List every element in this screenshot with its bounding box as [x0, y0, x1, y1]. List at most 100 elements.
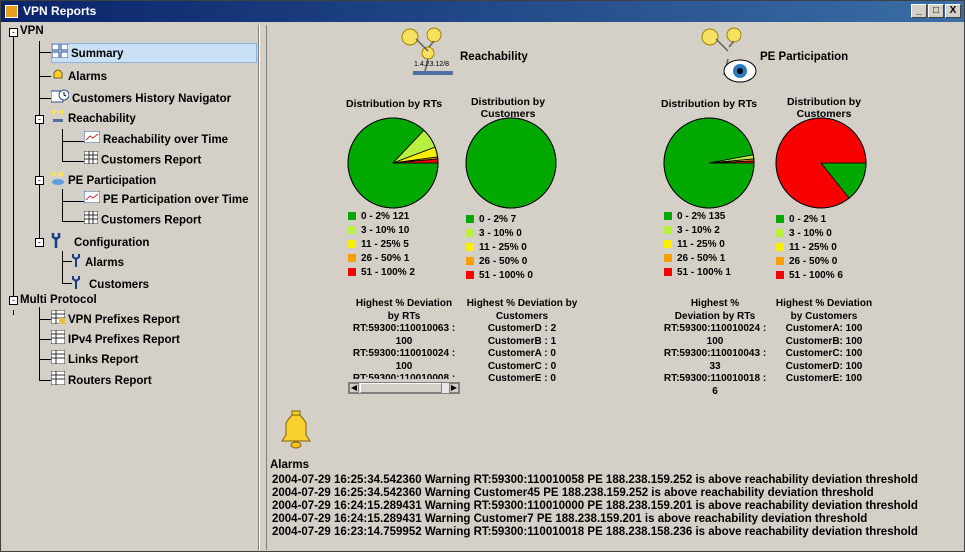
tree-node-links-report[interactable]: Links Report [50, 349, 138, 370]
deviation-item: RT:59300:110010024 : [352, 348, 456, 359]
reachability-header-icon [398, 27, 458, 87]
deviation-item: RT:59300:110010043 : [663, 348, 767, 359]
tree-node-vpn[interactable]: VPN [20, 22, 44, 40]
tree-node-ipv4-prefixes[interactable]: IPv4 Prefixes Report [50, 329, 180, 348]
deviation-item: CustomerE: 100 [785, 373, 863, 384]
legend-label: 3 - 10% 2 [677, 225, 720, 236]
tree-node-reachability-customers-report[interactable]: Customers Report [83, 150, 201, 170]
app-window: VPN Reports _ □ X - VPN Summary Alarms C… [0, 0, 965, 552]
pe-cust-pie-chart [775, 117, 867, 209]
vpn-expander[interactable]: - [9, 28, 18, 37]
legend-label: 0 - 2% 1 [789, 214, 827, 225]
legend-swatch [348, 226, 356, 235]
deviation-item: CustomerC : 0 [487, 360, 557, 372]
pe-cust-deviation-title: Highest % Deviation by Customers [775, 298, 873, 322]
pane-splitter[interactable] [259, 25, 267, 550]
deviation-item: 100 [395, 360, 413, 372]
deviation-item: 100 [395, 335, 413, 347]
reach-cust-deviation-title: Highest % Deviation by Customers [466, 298, 578, 322]
legend-swatch [348, 268, 356, 277]
deviation-item: CustomerC: 100 [785, 348, 863, 359]
legend-label: 26 - 50% 1 [361, 253, 410, 264]
legend-swatch [466, 243, 474, 252]
deviation-item: CustomerA: 100 [785, 323, 863, 334]
deviation-item: RT:59300:110010008 : [352, 373, 456, 379]
legend-label: 26 - 50% 0 [479, 256, 528, 267]
legend-item: 51 - 100% 0 [466, 269, 533, 283]
close-button[interactable]: X [945, 4, 961, 18]
report-icon [50, 349, 66, 370]
window-title: VPN Reports [23, 4, 97, 18]
pe-cust-legend: 0 - 2% 1 3 - 10% 0 11 - 25% 0 26 - 50% 0 51 … [776, 213, 843, 283]
deviation-item: 33 [709, 360, 721, 372]
reachability-icon-label: 1.4.23.12/8 [414, 61, 450, 68]
legend-swatch [348, 212, 356, 221]
tree-node-multi-protocol[interactable]: Multi Protocol [20, 291, 97, 309]
tree-node-pe-participation[interactable]: PE Participation [51, 171, 156, 189]
scroll-right-arrow-icon[interactable]: ▶ [449, 383, 459, 393]
legend-swatch [466, 257, 474, 266]
reach-rt-deviation-title: Highest % Deviation by RTs [355, 298, 453, 322]
legend-item: 11 - 25% 0 [664, 238, 731, 252]
tree-node-vpn-prefixes[interactable]: VPN Prefixes Report [50, 309, 180, 328]
legend-item: 0 - 2% 121 [348, 210, 415, 224]
legend-item: 26 - 50% 1 [348, 252, 415, 266]
reachability-expander[interactable]: - [35, 115, 44, 124]
legend-label: 11 - 25% 5 [361, 239, 409, 250]
pe-rt-chart-title: Distribution by RTs [661, 98, 758, 110]
legend-swatch [348, 254, 356, 263]
bell-icon [51, 67, 65, 87]
legend-item: 11 - 25% 0 [776, 241, 843, 255]
pe-participation-expander[interactable]: - [35, 176, 44, 185]
horizontal-scrollbar[interactable]: ◀ ▶ [348, 382, 460, 394]
pe-participation-icon [51, 171, 65, 191]
reach-rt-deviation: Highest % Deviation by RTs RT:59300:1100… [344, 298, 464, 395]
summary-icon [51, 43, 69, 64]
legend-swatch [348, 240, 356, 249]
tree-node-routers-report[interactable]: Routers Report [50, 370, 152, 391]
wrench-icon [51, 232, 63, 254]
reach-rt-pie-chart [347, 117, 439, 209]
table-icon [83, 210, 99, 230]
tree-node-alarms[interactable]: Alarms [51, 67, 107, 85]
tree-node-pe-customers-report[interactable]: Customers Report [83, 210, 201, 230]
legend-item: 11 - 25% 5 [348, 238, 415, 252]
line-chart-icon [83, 130, 101, 149]
legend-label: 3 - 10% 10 [361, 225, 410, 236]
maximize-button[interactable]: □ [928, 4, 944, 18]
tree-node-config-alarms[interactable]: Alarms [72, 253, 124, 271]
legend-swatch [664, 254, 672, 263]
legend-label: 11 - 25% 0 [677, 239, 725, 250]
minimize-button[interactable]: _ [911, 4, 927, 18]
tree-node-reachability[interactable]: Reachability [51, 109, 136, 127]
table-icon [83, 150, 99, 170]
alarms-log[interactable]: 2004-07-29 16:25:34.542360 Warning RT:59… [272, 474, 962, 548]
tree-node-customers-history[interactable]: Customers History Navigator [50, 89, 231, 107]
tree-node-configuration[interactable]: Configuration [51, 232, 149, 250]
app-icon [5, 5, 18, 18]
scrollbar-thumb[interactable] [360, 383, 442, 393]
legend-swatch [776, 243, 784, 252]
legend-label: 0 - 2% 121 [361, 211, 410, 222]
alarm-line: 2004-07-29 16:23:14.759952 Warning RT:59… [272, 526, 918, 538]
tree-node-summary[interactable]: Summary [51, 43, 257, 63]
scroll-left-arrow-icon[interactable]: ◀ [349, 383, 359, 393]
reach-rt-legend: 0 - 2% 121 3 - 10% 10 11 - 25% 5 26 - 50% 1… [348, 210, 415, 280]
legend-label: 51 - 100% 6 [789, 270, 843, 281]
configuration-expander[interactable]: - [35, 238, 44, 247]
pe-rt-pie-chart [663, 117, 755, 209]
legend-swatch [776, 257, 784, 266]
report-icon [50, 370, 66, 391]
legend-label: 3 - 10% 0 [479, 228, 522, 239]
title-bar: VPN Reports _ □ X [1, 1, 964, 22]
legend-swatch [664, 226, 672, 235]
tree-node-reachability-over-time[interactable]: Reachability over Time [83, 130, 228, 149]
deviation-item: 100 [706, 335, 724, 347]
deviation-item: CustomerA : 0 [488, 348, 556, 359]
legend-label: 26 - 50% 1 [677, 253, 726, 264]
legend-swatch [664, 268, 672, 277]
multi-protocol-expander[interactable]: - [9, 296, 18, 305]
reachability-icon [51, 109, 65, 129]
legend-item: 51 - 100% 2 [348, 266, 415, 280]
tree-node-pe-participation-over-time[interactable]: PE Participation over Time [83, 190, 249, 209]
